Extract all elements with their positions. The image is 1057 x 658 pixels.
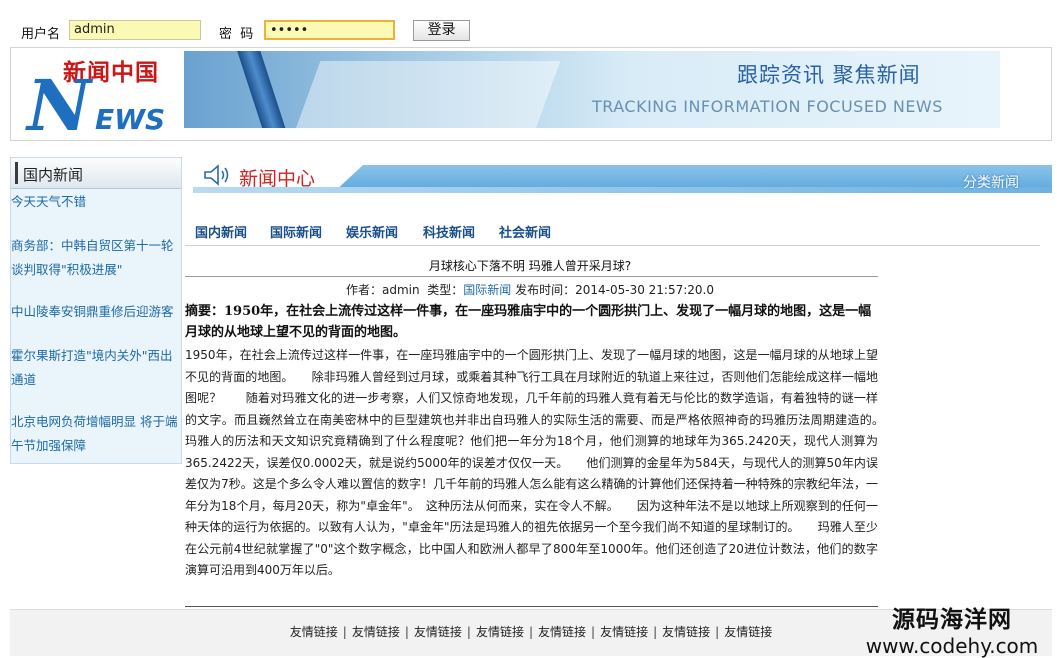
tab-international[interactable]: 国际新闻 (270, 222, 322, 241)
sidebar-news-item[interactable]: 霍尔果斯打造"境内关外"西出通道 (11, 344, 181, 392)
header-banner: 跟踪资讯 聚焦新闻 TRACKING INFORMATION FOCUSED N… (184, 51, 1000, 128)
banner-slogan-cn: 跟踪资讯 聚焦新闻 (737, 63, 921, 87)
logo-letter-n: N (27, 64, 91, 147)
username-input[interactable]: admin (69, 20, 201, 40)
watermark-line2: www.codehy.com (865, 634, 1039, 658)
password-input[interactable]: ••••• (264, 20, 395, 40)
article-time: 2014-05-30 21:57:20.0 (575, 283, 715, 297)
banner-paper-graphic (287, 61, 561, 128)
site-header: 新闻中国 N EWS 跟踪资讯 聚焦新闻 TRACKING INFORMATIO… (10, 47, 1052, 141)
article-body: 1950年，在社会上流传过这样一件事，在一座玛雅庙宇中的一个圆形拱门上、发现了一… (185, 348, 903, 577)
logo-letters-ews: EWS (95, 103, 166, 136)
article-meta: 作者：admin 类型：国际新闻 发布时间：2014-05-30 21:57:2… (185, 281, 875, 298)
friend-link[interactable]: 友情链接 (724, 625, 772, 639)
login-bar: 用户名 admin 密 码 ••••• 登录 (0, 0, 1057, 46)
sidebar-news-item[interactable]: 中山陵奉安铜鼎重修后迎游客 (11, 300, 181, 324)
banner-slogan-en: TRACKING INFORMATION FOCUSED NEWS (592, 97, 943, 116)
friend-link[interactable]: 友情链接 (352, 625, 400, 639)
tab-entertainment[interactable]: 娱乐新闻 (346, 222, 398, 241)
sidebar-news-item[interactable]: 今天天气不错 (11, 190, 181, 214)
meta-time-label: 发布时间： (515, 283, 576, 297)
tabs-divider (185, 245, 1040, 246)
friend-link[interactable]: 友情链接 (600, 625, 648, 639)
watermark-line1: 源码海洋网 (892, 607, 1012, 633)
sidebar-header-marker (15, 162, 18, 184)
banner-pen-graphic (235, 51, 295, 128)
article-type-link[interactable]: 国际新闻 (463, 283, 511, 297)
friend-link[interactable]: 友情链接 (290, 625, 338, 639)
news-center-header: 新闻中心 分类新闻 (193, 159, 1052, 193)
site-logo[interactable]: 新闻中国 N EWS (25, 51, 185, 141)
friend-link[interactable]: 友情链接 (538, 625, 586, 639)
sidebar-header: 国内新闻 (11, 158, 181, 189)
sidebar-news-item[interactable]: 商务部：中韩自贸区第十一轮谈判取得"积极进展" (11, 234, 181, 282)
friend-link[interactable]: 友情链接 (662, 625, 710, 639)
article-title-divider (185, 276, 878, 277)
password-label: 密 码 (219, 27, 254, 42)
sidebar-title: 国内新闻 (23, 166, 84, 184)
meta-author-label: 作者： (345, 283, 382, 297)
category-news-label[interactable]: 分类新闻 (963, 172, 1019, 192)
section-title: 新闻中心 (239, 168, 316, 190)
tab-technology[interactable]: 科技新闻 (423, 222, 475, 241)
article-summary: 摘要：1950年，在社会上流传过这样一件事，在一座玛雅庙宇中的一个圆形拱门上、发… (185, 304, 872, 340)
friend-link[interactable]: 友情链接 (476, 625, 524, 639)
meta-type-label: 类型： (427, 283, 464, 297)
title-underline (193, 187, 1052, 193)
tab-society[interactable]: 社会新闻 (499, 222, 551, 241)
username-label: 用户名 (21, 27, 61, 42)
friend-link[interactable]: 友情链接 (414, 625, 462, 639)
tab-domestic[interactable]: 国内新闻 (195, 222, 247, 241)
sidebar-domestic-news: 国内新闻 今天天气不错 商务部：中韩自贸区第十一轮谈判取得"积极进展" 中山陵奉… (10, 157, 182, 464)
speaker-icon (204, 164, 229, 186)
article-author: admin (381, 283, 420, 297)
watermark: 源码海洋网 www.codehy.com (852, 600, 1052, 658)
article-end-divider (185, 606, 878, 607)
sidebar-news-item[interactable]: 北京电网负荷增幅明显 将于端午节加强保障 (11, 410, 181, 458)
login-button[interactable]: 登录 (413, 20, 470, 41)
article-title: 月球核心下落不明 玛雅人曾开采月球? (428, 259, 632, 273)
